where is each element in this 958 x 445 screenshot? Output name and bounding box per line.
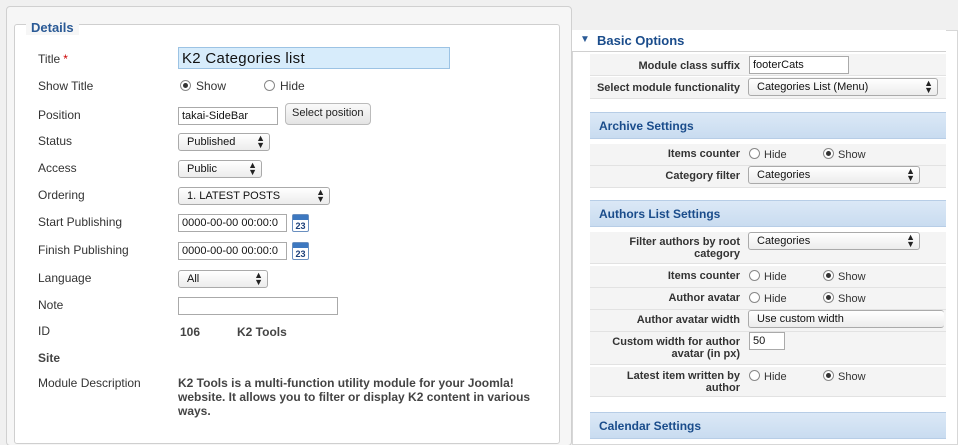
category-filter-label: Category filter [665,170,740,182]
select-functionality-select[interactable]: Categories List (Menu) ▲ ▼ [748,78,938,96]
details-legend: Details [26,20,79,35]
position-label: Position [38,108,81,122]
custom-width-input[interactable]: 50 [749,332,785,350]
select-arrows-icon: ▲ ▼ [924,78,933,95]
status-label: Status [38,134,73,148]
ordering-select[interactable]: 1. LATEST POSTS ▲ ▼ [178,187,330,205]
module-type: K2 Tools [237,325,287,339]
site-label: Site [38,351,61,365]
archive-items-counter-hide-radio[interactable]: Hide [749,148,787,161]
radio-icon [749,370,760,381]
select-arrows-icon: ▲ ▼ [254,270,263,287]
select-arrows-icon: ▲ ▼ [906,232,915,249]
select-functionality-label: Select module functionality [596,82,740,94]
id-label: ID [38,324,50,338]
radio-icon [264,80,275,91]
select-arrows-icon: ▲ ▼ [316,187,325,204]
archive-items-counter-label: Items counter [667,148,740,160]
access-label: Access [38,161,77,175]
author-avatar-width-select[interactable]: Use custom width [748,310,944,328]
select-arrows-icon: ▲ ▼ [256,133,265,150]
radio-icon [749,148,760,159]
latest-item-label: Latest item written by author [626,370,740,394]
authors-items-counter-show-radio[interactable]: Show [823,270,866,283]
author-avatar-label: Author avatar [668,292,740,304]
latest-item-show-radio[interactable]: Show [823,370,866,383]
filter-authors-select[interactable]: Categories ▲ ▼ [748,232,920,250]
collapse-triangle-icon: ▼ [580,34,590,45]
note-label: Note [38,298,64,312]
start-publishing-label: Start Publishing [38,215,123,229]
radio-selected-icon [823,148,834,159]
category-filter-select[interactable]: Categories ▲ ▼ [748,166,920,184]
ordering-label: Ordering [38,188,85,202]
title-input[interactable]: K2 Categories list [178,47,450,69]
access-select[interactable]: Public ▲ ▼ [178,160,262,178]
select-arrows-icon: ▲ ▼ [248,160,257,177]
calendar-icon[interactable]: 23 [292,214,309,232]
id-value: 106 [180,325,201,339]
authors-items-counter-label: Items counter [667,270,740,282]
title-label: Title * [38,52,68,66]
show-title-show-radio[interactable]: Show [180,79,226,93]
language-label: Language [38,271,92,285]
select-position-button[interactable]: Select position [285,103,371,125]
authors-list-settings-header[interactable]: Authors List Settings [590,200,946,227]
show-title-hide-radio[interactable]: Hide [264,79,305,93]
module-description: K2 Tools is a multi-function utility mod… [178,376,531,418]
status-select[interactable]: Published ▲ ▼ [178,133,270,151]
custom-width-label: Custom width for author avatar (in px) [612,336,740,360]
module-class-suffix-input[interactable]: footerCats [749,56,849,74]
module-class-suffix-label: Module class suffix [638,60,740,72]
author-avatar-width-label: Author avatar width [636,314,740,326]
required-marker: * [63,52,68,66]
author-avatar-show-radio[interactable]: Show [823,292,866,305]
finish-publishing-input[interactable]: 0000-00-00 00:00:0 [178,242,287,260]
module-description-label: Module Description [38,376,141,390]
authors-items-counter-hide-radio[interactable]: Hide [749,270,787,283]
latest-item-hide-radio[interactable]: Hide [749,370,787,383]
finish-publishing-label: Finish Publishing [38,243,129,257]
archive-items-counter-show-radio[interactable]: Show [823,148,866,161]
calendar-settings-header[interactable]: Calendar Settings [590,412,946,439]
start-publishing-input[interactable]: 0000-00-00 00:00:0 [178,214,287,232]
position-input[interactable]: takai-SideBar [178,107,278,125]
basic-options-header[interactable]: ▼ Basic Options [572,30,946,52]
archive-settings-header[interactable]: Archive Settings [590,112,946,139]
language-select[interactable]: All ▲ ▼ [178,270,268,288]
select-arrows-icon: ▲ ▼ [906,166,915,183]
radio-selected-icon [823,370,834,381]
radio-icon [749,270,760,281]
radio-selected-icon [823,270,834,281]
radio-selected-icon [180,80,191,91]
radio-selected-icon [823,292,834,303]
note-input[interactable] [178,297,338,315]
radio-icon [749,292,760,303]
show-title-label: Show Title [38,79,94,93]
calendar-icon[interactable]: 23 [292,242,309,260]
author-avatar-hide-radio[interactable]: Hide [749,292,787,305]
filter-authors-label: Filter authors by root category [629,236,740,260]
